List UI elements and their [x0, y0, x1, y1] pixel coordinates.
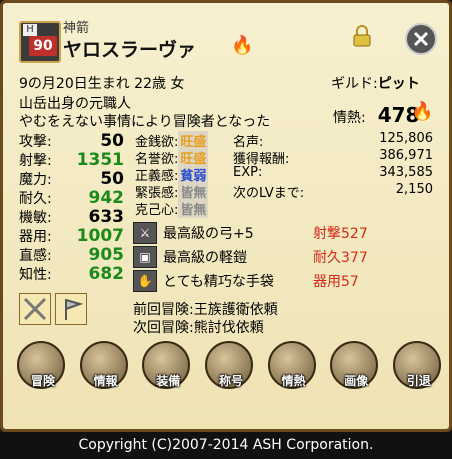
previous-adventure: 前回冒険:王族護衛依頼 — [133, 302, 278, 318]
desires-list: 金銭欲: 旺盛 名誉欲: 旺盛 正義感: 貧弱 緊張感: 皆無 克己心: 皆無 — [135, 131, 209, 218]
desire-row: 正義感: 貧弱 — [135, 165, 209, 184]
copyright-footer: Copyright (C)2007-2014 ASH Corporation. — [0, 432, 452, 459]
equipment-row[interactable]: ⚔ 最高級の弓+5 射撃527 — [133, 221, 403, 245]
flame-icon: 🔥 — [231, 35, 254, 56]
passion-label: 情熱: — [333, 110, 366, 126]
equipment-list: ⚔ 最高級の弓+5 射撃527 ▣ 最高級の軽鎧 耐久377 ✋ とても精巧な手… — [133, 221, 403, 293]
info-button[interactable]: 情報 — [79, 341, 128, 389]
equipment-row[interactable]: ▣ 最高級の軽鎧 耐久377 — [133, 245, 403, 269]
image-button[interactable]: 画像 — [330, 341, 379, 389]
stat-row: 耐久: 942 — [19, 188, 124, 208]
desire-row: 名誉欲: 旺盛 — [135, 148, 209, 167]
retire-button[interactable]: 引退 — [392, 341, 441, 389]
equipment-button[interactable]: 装備 — [142, 341, 191, 389]
guild-info: ギルド:ピット — [331, 73, 420, 93]
guild-name: ピット — [377, 76, 420, 92]
stat-row: 魔力: 50 — [19, 169, 124, 189]
character-name: ヤロスラーヴァ — [63, 39, 197, 61]
menu-bar: 冒険 情報 装備 称号 情熱 画像 引退 — [17, 341, 441, 403]
stat-row: 器用: 1007 — [19, 226, 124, 246]
stat-row: 射撃: 1351 — [19, 150, 124, 170]
record-row: 名声: 125,806 — [233, 131, 433, 150]
level-number: 90 — [29, 36, 57, 56]
origin-info: 山岳出身の元職人 — [19, 96, 131, 112]
birth-info: 9の月20日生まれ 22歳 女 — [19, 76, 185, 92]
record-row: 次のLVまで: 2,150 — [233, 182, 433, 201]
armor-icon: ▣ — [133, 246, 157, 268]
stats-list: 攻撃: 50 射撃: 1351 魔力: 50 耐久: 942 機敏: 633 器用: 100… — [19, 131, 124, 284]
adventure-button[interactable]: 冒険 — [17, 341, 65, 389]
guild-label: ギルド: — [331, 76, 378, 92]
reason-info: やむをえない事情により冒険者となった — [19, 114, 271, 130]
level-badge: H 90 — [19, 21, 61, 63]
equipment-row[interactable]: ✋ とても精巧な手袋 器用57 — [133, 269, 403, 293]
record-row: 獲得報酬: 386,971 — [233, 148, 433, 167]
desire-row: 金銭欲: 旺盛 — [135, 131, 209, 150]
flame-icon: 🔥 — [411, 101, 434, 122]
character-panel: H 90 神箭 ヤロスラーヴァ 🔥 9の月20日生まれ 22歳 女 山岳出身の元… — [0, 0, 452, 432]
glove-icon: ✋ — [133, 270, 157, 292]
title-flag-icon[interactable] — [55, 293, 87, 325]
character-title: 神箭 — [63, 21, 90, 36]
close-button[interactable] — [405, 23, 437, 55]
lock-icon[interactable] — [353, 25, 371, 47]
bow-icon: ⚔ — [133, 222, 157, 244]
stat-row: 知性: 682 — [19, 264, 124, 284]
close-icon — [413, 31, 429, 47]
level-prefix: H — [23, 24, 37, 36]
title-crossed-swords-icon[interactable] — [19, 293, 51, 325]
desire-row: 緊張感: 皆無 — [135, 182, 209, 201]
next-adventure: 次回冒険:熊討伐依頼 — [133, 320, 264, 336]
passion-button[interactable]: 情熱 — [267, 341, 316, 389]
stat-row: 機敏: 633 — [19, 207, 124, 227]
stat-row: 直感: 905 — [19, 245, 124, 265]
desire-row: 克己心: 皆無 — [135, 199, 209, 218]
records-list: 名声: 125,806 獲得報酬: 386,971 EXP: 343,585 次のLV… — [233, 131, 433, 201]
title-button[interactable]: 称号 — [204, 341, 253, 389]
record-row: EXP: 343,585 — [233, 165, 433, 180]
passion-info: 情熱: 478 — [333, 103, 419, 127]
stat-row: 攻撃: 50 — [19, 131, 124, 151]
